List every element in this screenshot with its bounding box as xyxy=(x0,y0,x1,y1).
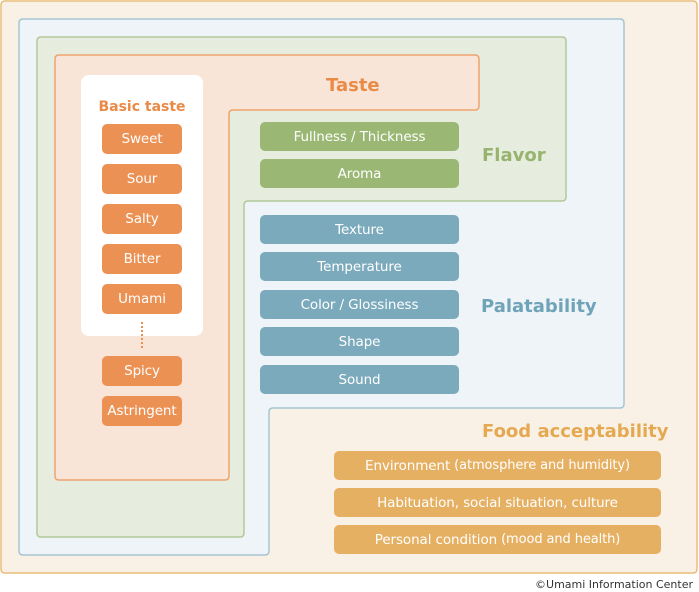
item-main: Habituation, social situation, culture xyxy=(377,494,618,511)
food-acceptability-personal-condition: Personal condition (mood and health) xyxy=(334,525,661,554)
basic-taste-bitter: Bitter xyxy=(102,244,182,274)
basic-taste-salty: Salty xyxy=(102,204,182,234)
flavor-title: Flavor xyxy=(482,145,546,166)
palatability-temperature: Temperature xyxy=(260,252,459,281)
taste-title: Taste xyxy=(326,75,380,96)
palatability-texture: Texture xyxy=(260,215,459,244)
food-acceptability-environment: Environment (atmosphere and humidity) xyxy=(334,451,661,480)
taste-astringent: Astringent xyxy=(102,396,182,426)
taste-spicy: Spicy xyxy=(102,356,182,386)
item-main: Environment xyxy=(365,457,451,474)
basic-taste-umami: Umami xyxy=(102,284,182,314)
item-sub: (mood and health) xyxy=(501,532,621,547)
food-acceptability-title: Food acceptability xyxy=(482,421,669,442)
palatability-title: Palatability xyxy=(481,296,597,317)
food-acceptability-habituation: Habituation, social situation, culture xyxy=(334,488,661,517)
dotted-continuation-line xyxy=(141,322,145,348)
item-sub: (atmosphere and humidity) xyxy=(454,458,630,473)
basic-taste-label: Basic taste xyxy=(98,99,186,115)
item-main: Personal condition xyxy=(374,531,498,548)
palatability-shape: Shape xyxy=(260,327,459,356)
flavor-aroma: Aroma xyxy=(260,159,459,188)
flavor-fullness-thickness: Fullness / Thickness xyxy=(260,122,459,151)
copyright-credit: ©Umami Information Center xyxy=(535,578,693,591)
palatability-color-glossiness: Color / Glossiness xyxy=(260,290,459,319)
basic-taste-sour: Sour xyxy=(102,164,182,194)
basic-taste-sweet: Sweet xyxy=(102,124,182,154)
palatability-sound: Sound xyxy=(260,365,459,394)
